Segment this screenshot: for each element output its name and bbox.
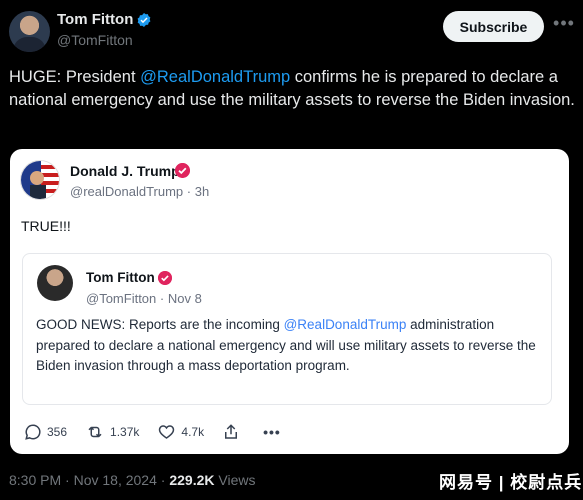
tweet-text-prefix: HUGE: President bbox=[9, 68, 141, 86]
quoted-post-avatar bbox=[37, 265, 73, 301]
retruth-action: 1.37k bbox=[85, 423, 139, 441]
views-label: Views bbox=[218, 472, 256, 488]
author-avatar[interactable] bbox=[9, 11, 50, 52]
like-count: 4.7k bbox=[181, 425, 205, 439]
quoted-post-text: GOOD NEWS: Reports are the incoming @Rea… bbox=[36, 315, 536, 377]
verified-badge-icon bbox=[137, 13, 151, 27]
tweet-time: 8:30 PM bbox=[9, 472, 62, 488]
views-count: 229.2K bbox=[169, 472, 215, 488]
tweet-mention-link[interactable]: @RealDonaldTrump bbox=[140, 68, 290, 86]
quoted-post-meta: @TomFitton · Nov 8 bbox=[86, 291, 202, 306]
more-icon: ••• bbox=[263, 424, 281, 440]
more-action: ••• bbox=[263, 424, 281, 440]
quoted-post-date: Nov 8 bbox=[167, 291, 202, 306]
truth-verified-badge-icon bbox=[175, 163, 190, 178]
quoted-post-text-prefix: GOOD NEWS: Reports are the incoming bbox=[36, 317, 284, 332]
embedded-post-handle: @realDonaldTrump bbox=[70, 184, 184, 199]
tweet-date: Nov 18, 2024 bbox=[73, 472, 157, 488]
author-handle[interactable]: @TomFitton bbox=[57, 32, 133, 48]
embedded-post-actions: 356 1.37k 4.7k ••• bbox=[24, 422, 299, 442]
embedded-post-meta: @realDonaldTrump · 3h bbox=[70, 184, 210, 199]
reply-action: 356 bbox=[24, 423, 67, 441]
share-action bbox=[222, 422, 245, 442]
like-action: 4.7k bbox=[157, 423, 204, 441]
heart-icon bbox=[159, 425, 175, 439]
embedded-post-time: 3h bbox=[194, 184, 210, 199]
quoted-verified-badge-icon bbox=[158, 271, 172, 285]
embedded-post-text: TRUE!!! bbox=[21, 218, 71, 234]
retruth-icon bbox=[88, 426, 102, 438]
author-display-name[interactable]: Tom Fitton bbox=[57, 11, 133, 28]
quoted-post-mention: @RealDonaldTrump bbox=[283, 317, 407, 332]
share-icon bbox=[225, 424, 238, 439]
retruth-count: 1.37k bbox=[110, 425, 140, 439]
more-options-icon[interactable]: ••• bbox=[553, 14, 575, 36]
subscribe-button[interactable]: Subscribe bbox=[443, 11, 544, 42]
tweet-text: HUGE: President @RealDonaldTrump confirm… bbox=[9, 66, 575, 112]
embedded-post-author-name: Donald J. Trump bbox=[70, 163, 180, 179]
reply-icon bbox=[25, 424, 41, 440]
quoted-post-handle: @TomFitton bbox=[86, 291, 157, 306]
quoted-post-author-name: Tom Fitton bbox=[86, 270, 155, 285]
embedded-post-avatar bbox=[20, 160, 60, 200]
source-watermark: 网易号 | 校尉点兵 bbox=[439, 473, 583, 492]
reply-count: 356 bbox=[47, 425, 68, 439]
tweet-timestamp[interactable]: 8:30 PM · Nov 18, 2024 · 229.2K Views bbox=[9, 472, 255, 488]
